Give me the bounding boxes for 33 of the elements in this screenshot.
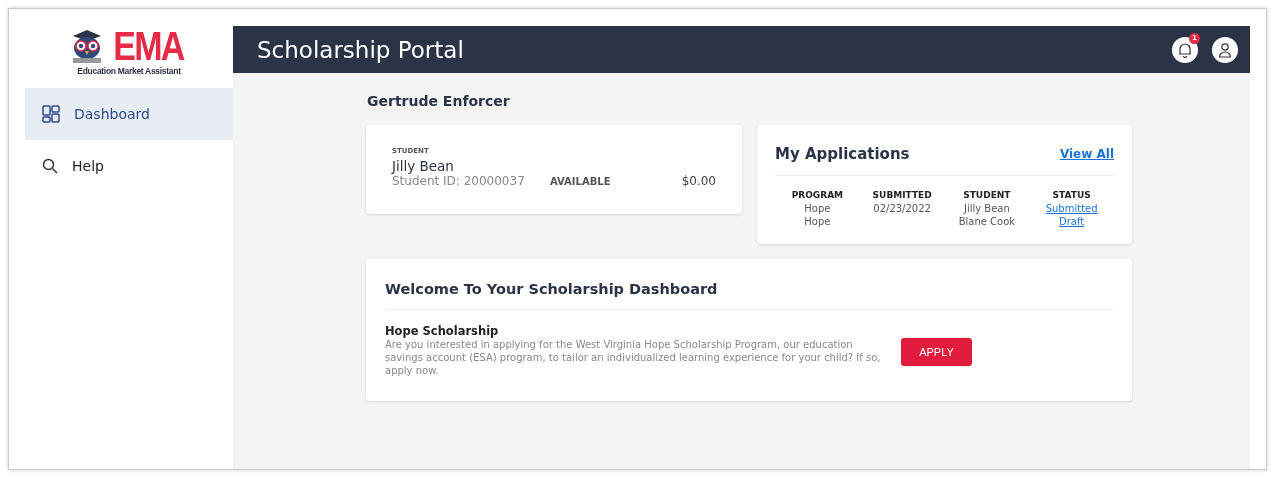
column-header: STATUS xyxy=(1051,189,1092,202)
page-title: Scholarship Portal xyxy=(257,36,464,63)
notifications-button[interactable] xyxy=(1172,36,1198,63)
column-header: PROGRAM xyxy=(790,189,845,202)
user-icon xyxy=(1217,41,1233,58)
student-name: Jilly Bean xyxy=(392,158,455,174)
column-header: STUDENT xyxy=(962,189,1012,202)
view-all-link[interactable]: View All xyxy=(1059,147,1114,161)
card-title: Welcome To Your Scholarship Dashboard xyxy=(385,281,1113,310)
status-link[interactable]: Submitted xyxy=(1045,203,1098,214)
balance-amount: $0.00 xyxy=(681,174,716,188)
account-button[interactable] xyxy=(1212,36,1238,63)
table-cell-text: 02/23/2022 xyxy=(872,202,932,215)
table-cell-text: Blane Cook xyxy=(957,215,1017,228)
grid-icon xyxy=(42,105,60,123)
table-cell-text: Jilly Bean xyxy=(962,202,1011,215)
logo-tagline: Education Market Assistant xyxy=(77,66,181,76)
logo-wordmark: EMA xyxy=(112,26,184,66)
apply-button[interactable]: APPLY xyxy=(901,338,972,366)
program-description: Are you interested in applying for the West Virginia Hope Scholarship Program, our education savings account (ESA) program, to tailor an individualized learning experience for your child? If so, apply now. xyxy=(385,338,882,377)
sidebar-item[interactable]: Help xyxy=(25,140,233,192)
student-id: Student ID: 20000037 xyxy=(392,174,526,188)
balance-label: AVAILABLE xyxy=(550,175,612,187)
table-cell-text: Hope xyxy=(803,215,832,228)
table-cell-text: Hope xyxy=(803,202,832,215)
account-name: Gertrude Enforcer xyxy=(367,93,511,109)
status-link[interactable]: Draft xyxy=(1059,216,1085,227)
search-icon xyxy=(42,158,58,174)
sidebar-item[interactable]: Dashboard xyxy=(25,88,233,140)
card-title: My Applications xyxy=(775,145,910,163)
column-header: SUBMITTED xyxy=(871,189,933,202)
bell-icon xyxy=(1177,41,1193,58)
program-name: Hope Scholarship xyxy=(385,324,500,338)
